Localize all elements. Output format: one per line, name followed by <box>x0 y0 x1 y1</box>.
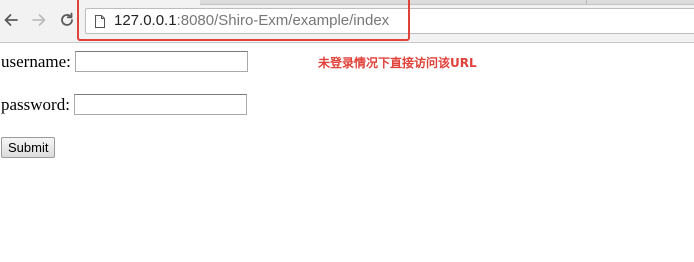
username-row: username: <box>1 51 248 72</box>
forward-arrow-icon <box>32 14 46 26</box>
annotation-note: 未登录情况下直接访问该URL <box>318 56 477 70</box>
back-button[interactable] <box>2 11 20 29</box>
password-row: password: <box>1 94 247 115</box>
page-icon <box>95 15 105 28</box>
password-input[interactable] <box>73 94 247 115</box>
forward-button[interactable] <box>30 11 48 29</box>
reload-icon <box>61 12 73 26</box>
tab-strip <box>200 0 694 5</box>
username-label: username: <box>1 51 71 71</box>
url-host: 127.0.0.1 <box>114 12 177 29</box>
url-path: :8080/Shiro-Exm/example/index <box>176 12 390 29</box>
browser-toolbar: 127.0.0.1:8080/Shiro-Exm/example/index <box>0 0 694 43</box>
username-input[interactable] <box>74 51 248 72</box>
reload-button[interactable] <box>58 11 76 29</box>
submit-button[interactable]: Submit <box>1 137 56 158</box>
back-arrow-icon <box>4 14 18 26</box>
password-label: password: <box>1 94 70 114</box>
address-bar[interactable]: 127.0.0.1:8080/Shiro-Exm/example/index <box>85 8 694 34</box>
url-text: 127.0.0.1:8080/Shiro-Exm/example/index <box>114 12 389 30</box>
